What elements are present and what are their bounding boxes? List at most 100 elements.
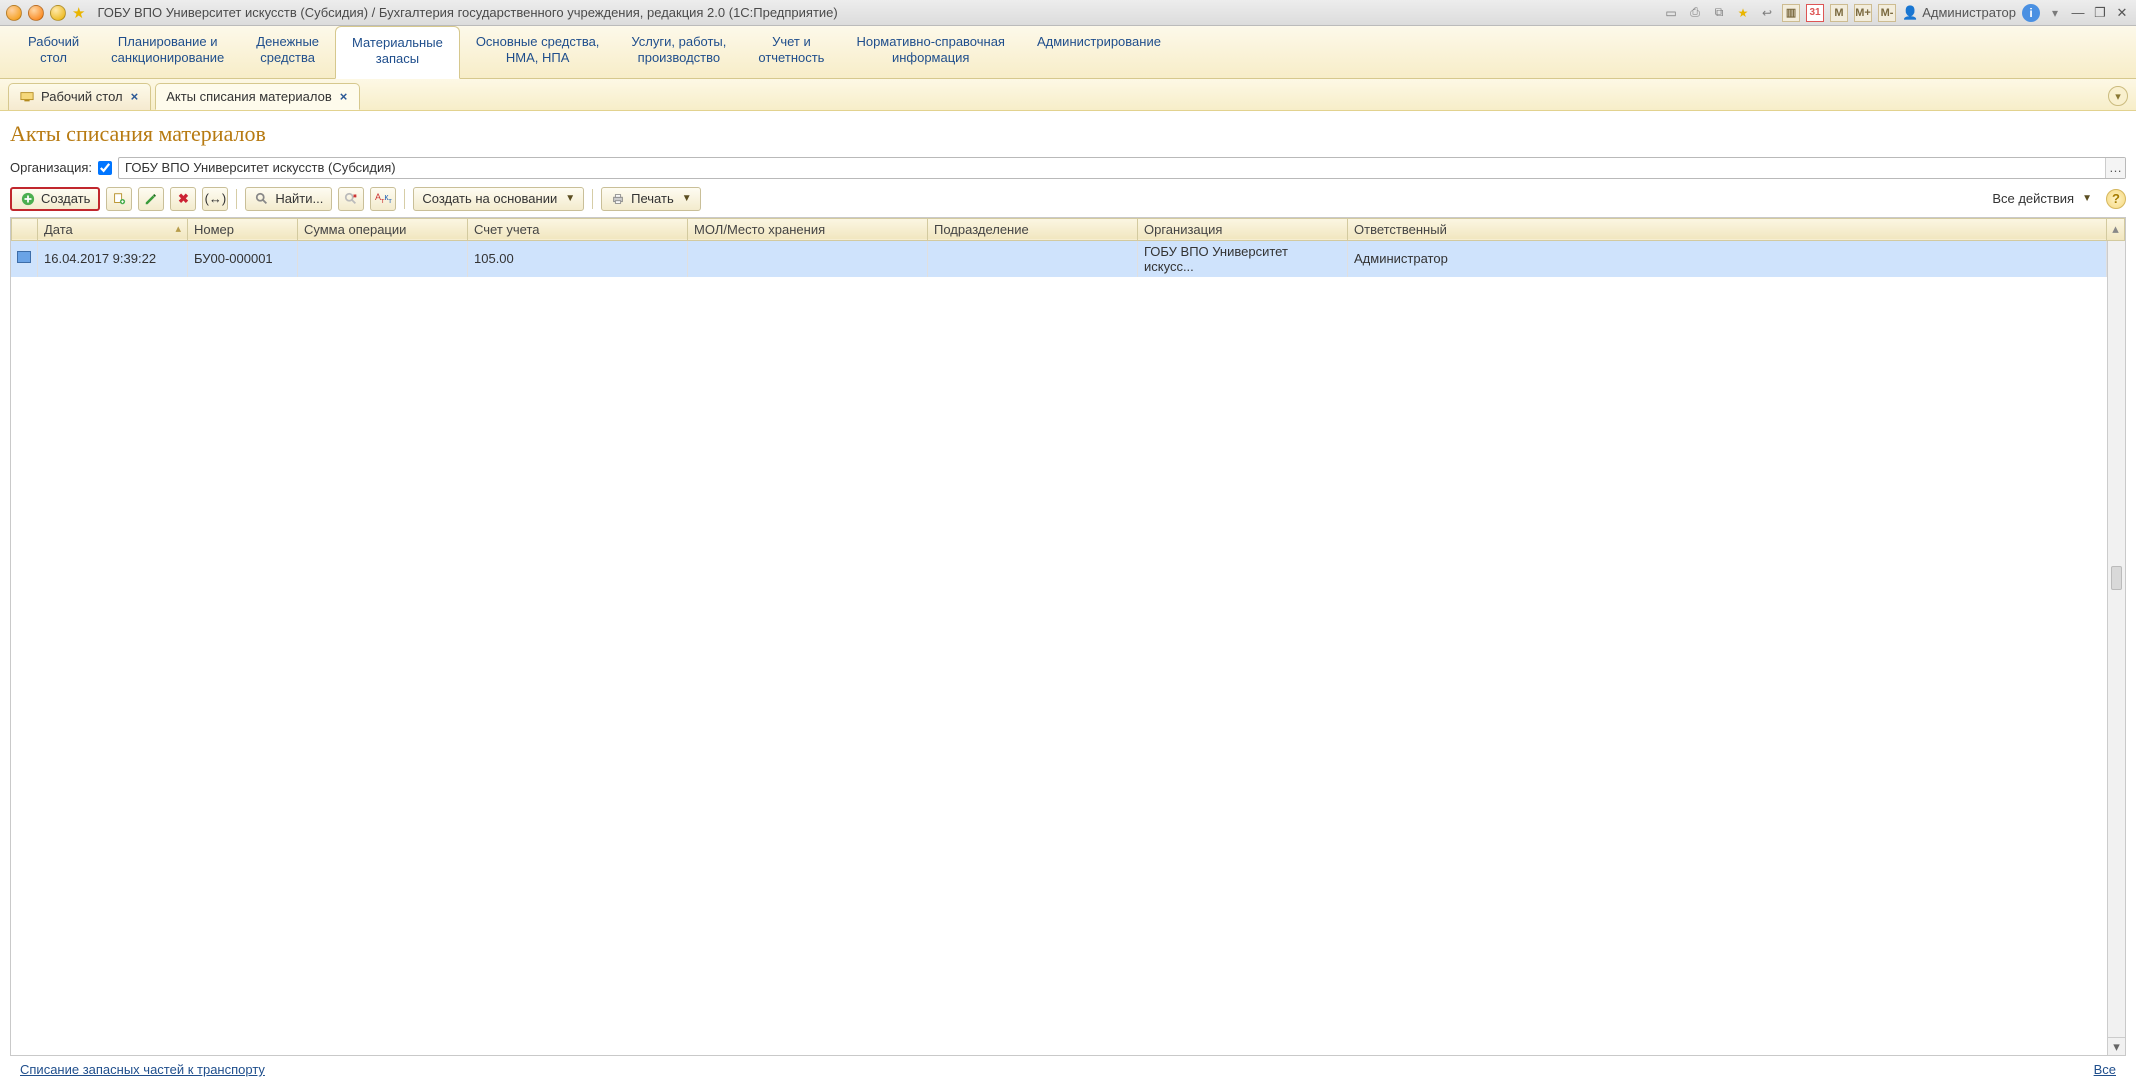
grid: Дата▴ Номер Сумма операции Счет учета МО… — [10, 217, 2126, 1057]
edit-button[interactable] — [138, 187, 164, 211]
find-button[interactable]: Найти... — [245, 187, 332, 211]
title-bar-left: ★ ГОБУ ВПО Университет искусств (Субсиди… — [6, 4, 838, 22]
nav-materials[interactable]: Материальныезапасы — [335, 26, 460, 79]
magnifier-clear-icon — [343, 191, 359, 207]
col-date[interactable]: Дата▴ — [38, 218, 188, 240]
calendar-icon[interactable]: 31 — [1806, 4, 1824, 22]
memory-m-button[interactable]: M — [1830, 4, 1848, 22]
separator — [236, 189, 237, 209]
delete-icon: ✖ — [175, 191, 191, 207]
favorites-icon[interactable]: ★ — [1734, 4, 1752, 22]
chevron-down-icon: ▼ — [2082, 193, 2092, 204]
col-number[interactable]: Номер — [188, 218, 298, 240]
create-button[interactable]: Создать — [10, 187, 100, 211]
calculator-icon[interactable]: ▥ — [1782, 4, 1800, 22]
content-area: Акты списания материалов Организация: ГО… — [0, 111, 2136, 1087]
toolbar: Создать ✖ (↔) Найти... — [10, 187, 2126, 211]
memory-mminus-button[interactable]: M- — [1878, 4, 1896, 22]
nav-fixed-assets[interactable]: Основные средства,НМА, НПА — [460, 26, 616, 78]
subtab-row: Рабочий стол × Акты списания материалов … — [0, 79, 2136, 111]
nav-services[interactable]: Услуги, работы,производство — [615, 26, 742, 78]
grid-header: Дата▴ Номер Сумма операции Счет учета МО… — [11, 218, 2107, 241]
close-window-button[interactable]: ✕ — [2114, 5, 2130, 21]
grid-rows: 16.04.2017 9:39:22 БУ00-000001 105.00 ГО… — [11, 241, 2107, 277]
separator — [404, 189, 405, 209]
nav-admin[interactable]: Администрирование — [1021, 26, 1177, 78]
col-mol[interactable]: МОЛ/Место хранения — [688, 218, 928, 240]
org-input[interactable]: ГОБУ ВПО Университет искусств (Субсидия)… — [118, 157, 2126, 179]
current-user[interactable]: 👤 Администратор — [1902, 5, 2016, 21]
cell-sum — [298, 241, 468, 277]
footer-left-link[interactable]: Списание запасных частей к транспорту — [20, 1062, 265, 1077]
info-icon[interactable]: i — [2022, 4, 2040, 22]
cell-account: 105.00 — [468, 241, 688, 277]
plus-icon — [20, 191, 36, 207]
desktop-icon — [19, 89, 35, 105]
title-bar: ★ ГОБУ ВПО Университет искусств (Субсиди… — [0, 0, 2136, 26]
history-forward-icon[interactable] — [50, 5, 66, 21]
page-title: Акты списания материалов — [10, 121, 2126, 147]
create-based-button[interactable]: Создать на основании ▼ — [413, 187, 584, 211]
more-tabs-button[interactable]: ▾ — [2108, 86, 2128, 106]
scroll-down-button[interactable]: ▾ — [2108, 1037, 2125, 1055]
col-sum[interactable]: Сумма операции — [298, 218, 468, 240]
clear-find-button[interactable] — [338, 187, 364, 211]
maximize-button[interactable]: ❐ — [2092, 5, 2108, 21]
subtab-acts[interactable]: Акты списания материалов × — [155, 83, 360, 110]
col-icon[interactable] — [12, 218, 38, 240]
col-account[interactable]: Счет учета — [468, 218, 688, 240]
memory-mplus-button[interactable]: M+ — [1854, 4, 1872, 22]
cell-resp: Администратор — [1348, 241, 2107, 277]
table-row[interactable]: 16.04.2017 9:39:22 БУ00-000001 105.00 ГО… — [11, 241, 2107, 277]
save-icon[interactable]: ▭ — [1662, 4, 1680, 22]
all-actions-button[interactable]: Все действия ▼ — [1984, 187, 2100, 211]
dt-kt-icon: Аткт — [375, 191, 391, 207]
favorite-icon[interactable]: ★ — [72, 4, 85, 22]
nav-desktop[interactable]: Рабочийстол — [12, 26, 95, 78]
col-org[interactable]: Организация — [1138, 218, 1348, 240]
delete-button[interactable]: ✖ — [170, 187, 196, 211]
copy-button[interactable] — [106, 187, 132, 211]
close-tab-button[interactable]: × — [129, 89, 141, 104]
org-select-button[interactable]: … — [2105, 158, 2125, 178]
title-bar-right: ▭ ⎙ ⧉ ★ ↩ ▥ 31 M M+ M- 👤 Администратор i… — [1662, 4, 2130, 22]
copy-doc-icon — [111, 191, 127, 207]
cell-date: 16.04.2017 9:39:22 — [38, 241, 188, 277]
close-tab-button[interactable]: × — [338, 89, 350, 104]
filter-row: Организация: ГОБУ ВПО Университет искусс… — [10, 157, 2126, 179]
subtab-desktop[interactable]: Рабочий стол × — [8, 83, 151, 110]
all-actions-label: Все действия — [1992, 191, 2074, 206]
cell-number: БУ00-000001 — [188, 241, 298, 277]
nav-reference[interactable]: Нормативно-справочнаяинформация — [840, 26, 1021, 78]
history-back-icon[interactable] — [6, 5, 22, 21]
create-label: Создать — [41, 191, 90, 206]
col-dept[interactable]: Подразделение — [928, 218, 1138, 240]
toggle-button[interactable]: (↔) — [202, 187, 228, 211]
subtab-label: Рабочий стол — [41, 89, 123, 104]
nav-planning[interactable]: Планирование исанкционирование — [95, 26, 240, 78]
nav-cash[interactable]: Денежныесредства — [240, 26, 335, 78]
user-icon: 👤 — [1902, 5, 1918, 21]
history-icon[interactable]: ↩ — [1758, 4, 1776, 22]
print-button[interactable]: Печать ▼ — [601, 187, 701, 211]
footer: Списание запасных частей к транспорту Вс… — [10, 1056, 2126, 1083]
subtab-label: Акты списания материалов — [166, 89, 332, 104]
dt-kt-button[interactable]: Аткт — [370, 187, 396, 211]
vertical-scrollbar[interactable]: ▾ — [2107, 241, 2125, 1056]
dropdown-icon[interactable]: ▾ — [2046, 4, 2064, 22]
col-resp[interactable]: Ответственный — [1348, 218, 2107, 240]
scrollbar-thumb[interactable] — [2111, 566, 2122, 590]
footer-right-link[interactable]: Все — [2094, 1062, 2116, 1077]
nav-accounting[interactable]: Учет иотчетность — [742, 26, 840, 78]
help-button[interactable]: ? — [2106, 189, 2126, 209]
print-icon[interactable]: ⎙ — [1686, 4, 1704, 22]
org-checkbox[interactable] — [98, 161, 112, 175]
history-menu-icon[interactable] — [28, 5, 44, 21]
cell-org: ГОБУ ВПО Университет искусс... — [1138, 241, 1348, 277]
printer-icon — [610, 191, 626, 207]
copy-icon[interactable]: ⧉ — [1710, 4, 1728, 22]
create-based-label: Создать на основании — [422, 191, 557, 206]
scroll-up-button[interactable]: ▴ — [2107, 218, 2125, 241]
chevron-down-icon: ▼ — [565, 193, 575, 204]
minimize-button[interactable]: — — [2070, 5, 2086, 21]
